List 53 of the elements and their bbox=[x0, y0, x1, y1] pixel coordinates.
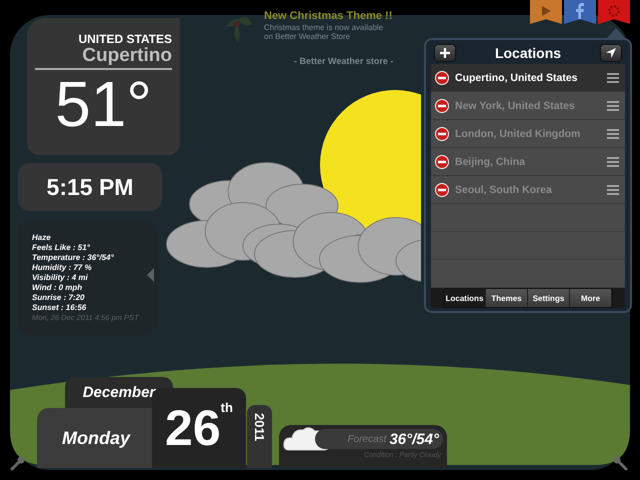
plus-icon bbox=[440, 48, 450, 58]
detail-line: Temperature : 36°/54° bbox=[32, 253, 114, 263]
add-button[interactable] bbox=[434, 44, 456, 62]
tab[interactable]: Locations bbox=[444, 289, 486, 307]
notification-source: - Better Weather store - bbox=[294, 56, 394, 66]
locate-button[interactable] bbox=[600, 44, 622, 62]
detail-line: Visibility : 4 mi bbox=[32, 273, 88, 283]
gear-icon bbox=[608, 4, 620, 16]
delete-icon[interactable] bbox=[435, 154, 449, 168]
delete-icon[interactable] bbox=[435, 70, 449, 84]
detail-line: Humidity : 77 % bbox=[32, 263, 92, 273]
city-label: Cupertino bbox=[35, 46, 172, 70]
notification-message: Christmas theme is now available on Better Weather Store bbox=[264, 23, 384, 41]
tab[interactable]: Settings bbox=[528, 289, 570, 307]
reorder-icon[interactable] bbox=[607, 156, 619, 166]
ribbon-button[interactable] bbox=[598, 0, 630, 24]
detail-line: Sunset : 16:56 bbox=[32, 303, 86, 313]
reorder-icon[interactable] bbox=[607, 100, 619, 110]
condition-label: Haze bbox=[32, 233, 51, 243]
reorder-icon[interactable] bbox=[607, 184, 619, 194]
tab[interactable]: More bbox=[570, 289, 612, 307]
facebook-icon bbox=[575, 2, 585, 18]
time-label: 5:15 PM bbox=[18, 163, 162, 211]
temperature-label: 51° bbox=[55, 70, 152, 138]
delete-icon[interactable] bbox=[435, 98, 449, 112]
location-name: London, United Kingdom bbox=[455, 128, 582, 140]
reorder-icon[interactable] bbox=[607, 128, 619, 138]
year-label: 2011 bbox=[252, 413, 267, 444]
ribbon-button[interactable] bbox=[564, 0, 596, 24]
forecast-range: 36°/54° bbox=[389, 430, 439, 448]
detail-line: Sunrise : 7:20 bbox=[32, 293, 84, 303]
tab[interactable]: Themes bbox=[486, 289, 528, 307]
location-name: New York, United States bbox=[455, 100, 576, 112]
day-suffix: th bbox=[220, 400, 233, 415]
notification-title: New Christmas Theme !! bbox=[264, 10, 394, 22]
location-row[interactable]: Cupertino, United States bbox=[431, 64, 625, 92]
delete-icon[interactable] bbox=[435, 182, 449, 196]
location-name: Beijing, China bbox=[455, 156, 526, 168]
detail-line: Feels Like : 51° bbox=[32, 243, 90, 253]
weekday-label: Monday bbox=[37, 408, 155, 468]
country-label: UNITED STATES bbox=[78, 32, 172, 46]
collapse-arrow-icon[interactable] bbox=[147, 268, 154, 282]
wrench-icon[interactable] bbox=[10, 455, 26, 471]
location-arrow-icon bbox=[606, 48, 616, 58]
popover-title: Locations bbox=[494, 45, 562, 61]
forecast-label: Forecast bbox=[348, 434, 386, 444]
delete-icon[interactable] bbox=[435, 126, 449, 140]
detail-line: Wind : 0 mph bbox=[32, 283, 82, 293]
location-name: Seoul, South Korea bbox=[455, 184, 553, 196]
reorder-icon[interactable] bbox=[607, 72, 619, 82]
location-name: Cupertino, United States bbox=[455, 72, 579, 84]
wrench-icon[interactable] bbox=[612, 455, 628, 471]
ribbon-button[interactable] bbox=[530, 0, 562, 24]
